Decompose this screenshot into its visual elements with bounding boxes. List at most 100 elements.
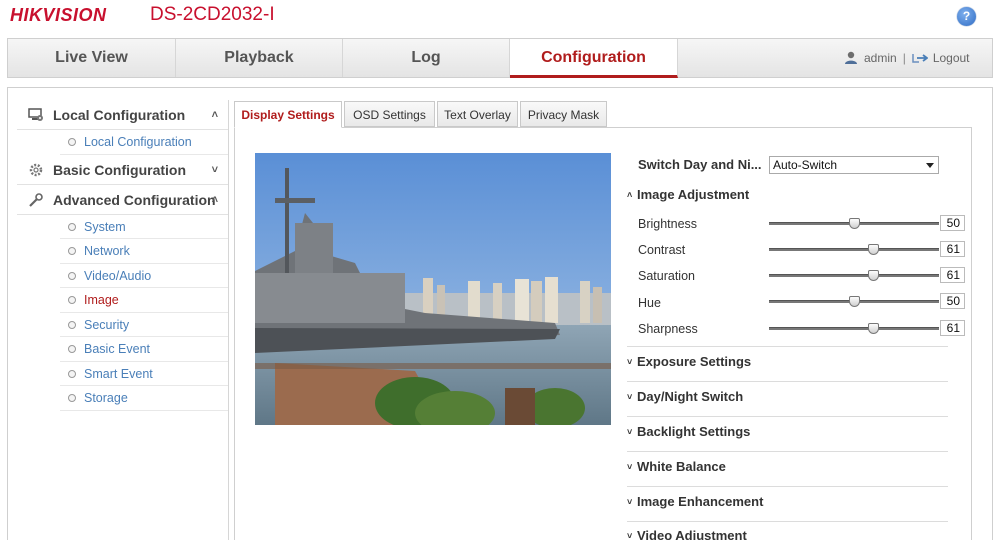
tab-configuration[interactable]: Configuration [510,39,678,78]
config-sidebar: Local Configuration ˄ Local Configuratio… [17,100,228,411]
section-day-night-switch[interactable]: ˅ Day/Night Switch [627,389,743,404]
user-icon [845,51,857,64]
section-title: Video Adjustment [637,528,747,540]
sidebar-item-label: Local Configuration [84,135,192,149]
chevron-up-icon[interactable]: ˄ [212,100,218,130]
sidebar-group-label: Advanced Configuration [53,191,216,208]
sidebar-item-label: Video/Audio [84,268,152,283]
bullet-icon [68,138,76,146]
chevron-up-icon[interactable]: ˄ [212,185,218,215]
section-title: Image Enhancement [637,494,764,509]
chevron-up-icon: ˄ [627,190,633,200]
bullet-icon [68,345,76,353]
sharpness-slider[interactable] [769,323,939,334]
sidebar-group-advanced[interactable]: Advanced Configuration ˄ [17,185,228,215]
tab-privacy-mask[interactable]: Privacy Mask [520,101,607,127]
section-title: Day/Night Switch [637,389,744,404]
sidebar-item-network[interactable]: Network [60,239,228,264]
section-title: Exposure Settings [637,354,752,369]
chevron-down-icon: ˅ [627,531,633,540]
tab-text-overlay[interactable]: Text Overlay [437,101,518,127]
bullet-icon [68,320,76,329]
slider-thumb[interactable] [849,218,860,229]
section-title: Image Adjustment [637,187,750,202]
slider-thumb[interactable] [867,323,879,334]
hue-slider[interactable] [769,296,939,307]
bullet-icon [68,369,76,378]
tab-playback[interactable]: Playback [176,39,343,77]
sidebar-divider [228,100,229,540]
camera-scene-image [255,153,611,425]
tab-live-view[interactable]: Live View [8,39,176,77]
sidebar-item-video-audio[interactable]: Video/Audio [60,264,228,288]
sidebar-item-local-configuration[interactable]: Local Configuration [60,130,228,155]
bullet-icon [68,394,76,402]
section-title: Backlight Settings [637,424,751,439]
section-divider [627,521,948,522]
slider-thumb[interactable] [849,296,860,307]
dropdown-arrow-icon [926,163,934,168]
chevron-down-icon[interactable]: ˅ [212,155,218,185]
brightness-value[interactable]: 50 [940,215,965,231]
chevron-down-icon: ˅ [627,427,633,437]
tab-log[interactable]: Log [343,39,510,77]
question-circle-icon[interactable]: ? [957,7,976,26]
section-divider [627,486,948,487]
sidebar-group-basic[interactable]: Basic Configuration ˅ [17,155,228,185]
sidebar-group-label: Local Configuration [53,107,186,123]
day-night-select[interactable]: Auto-Switch [769,156,939,174]
section-divider [627,381,948,382]
slider-thumb[interactable] [867,270,879,281]
bullet-icon [68,222,76,231]
user-separator: | [902,51,906,65]
tab-display-settings[interactable]: Display Settings [234,101,342,128]
sidebar-item-label: Basic Event [84,342,151,356]
sidebar-item-system[interactable]: System [60,215,228,239]
section-image-enhancement[interactable]: ˅ Image Enhancement [627,494,763,509]
sidebar-item-security[interactable]: Security [60,313,228,337]
user-area: admin | Logout [844,51,970,65]
chevron-down-icon: ˅ [627,497,633,507]
sidebar-item-label: Image [84,293,119,307]
hue-value[interactable]: 50 [940,293,965,309]
computer-config-icon [28,108,43,121]
username[interactable]: admin [864,51,897,65]
brightness-slider[interactable] [769,218,939,229]
bullet-icon [68,271,76,280]
brand-logo: HIKVISION [10,5,107,25]
chevron-down-icon: ˅ [627,392,633,402]
sidebar-item-label: System [84,219,126,234]
section-title: White Balance [637,459,726,474]
section-image-adjustment[interactable]: ˄ Image Adjustment [627,187,749,202]
sidebar-group-local[interactable]: Local Configuration ˄ [17,100,228,130]
sidebar-item-image[interactable]: Image [60,288,228,313]
sidebar-item-label: Network [84,244,130,258]
sidebar-item-storage[interactable]: Storage [60,386,228,411]
saturation-slider[interactable] [769,270,939,281]
brightness-label: Brightness [638,217,698,231]
logout-link[interactable]: Logout [933,51,970,65]
video-preview[interactable] [255,153,611,425]
contrast-value[interactable]: 61 [940,241,965,257]
sharpness-value[interactable]: 61 [940,320,965,336]
saturation-value[interactable]: 61 [940,267,965,283]
bullet-icon [68,247,76,255]
sidebar-item-smart-event[interactable]: Smart Event [60,362,228,386]
sidebar-item-basic-event[interactable]: Basic Event [60,337,228,362]
section-backlight-settings[interactable]: ˅ Backlight Settings [627,424,750,439]
section-video-adjustment[interactable]: ˅ Video Adjustment [627,528,747,540]
section-exposure-settings[interactable]: ˅ Exposure Settings [627,354,751,369]
section-white-balance[interactable]: ˅ White Balance [627,459,726,474]
sidebar-item-label: Storage [84,391,128,405]
main-navigation: Live View Playback Log Configuration adm… [7,38,993,78]
sharpness-label: Sharpness [638,322,698,336]
hue-label: Hue [638,296,661,310]
day-night-label: Switch Day and Ni... [638,157,762,172]
logout-icon[interactable] [912,52,928,64]
tab-osd-settings[interactable]: OSD Settings [344,101,435,127]
slider-thumb[interactable] [867,244,879,255]
sidebar-group-label: Basic Configuration [53,161,187,178]
contrast-slider[interactable] [769,244,939,255]
contrast-label: Contrast [638,243,686,257]
sidebar-item-label: Security [84,317,130,332]
